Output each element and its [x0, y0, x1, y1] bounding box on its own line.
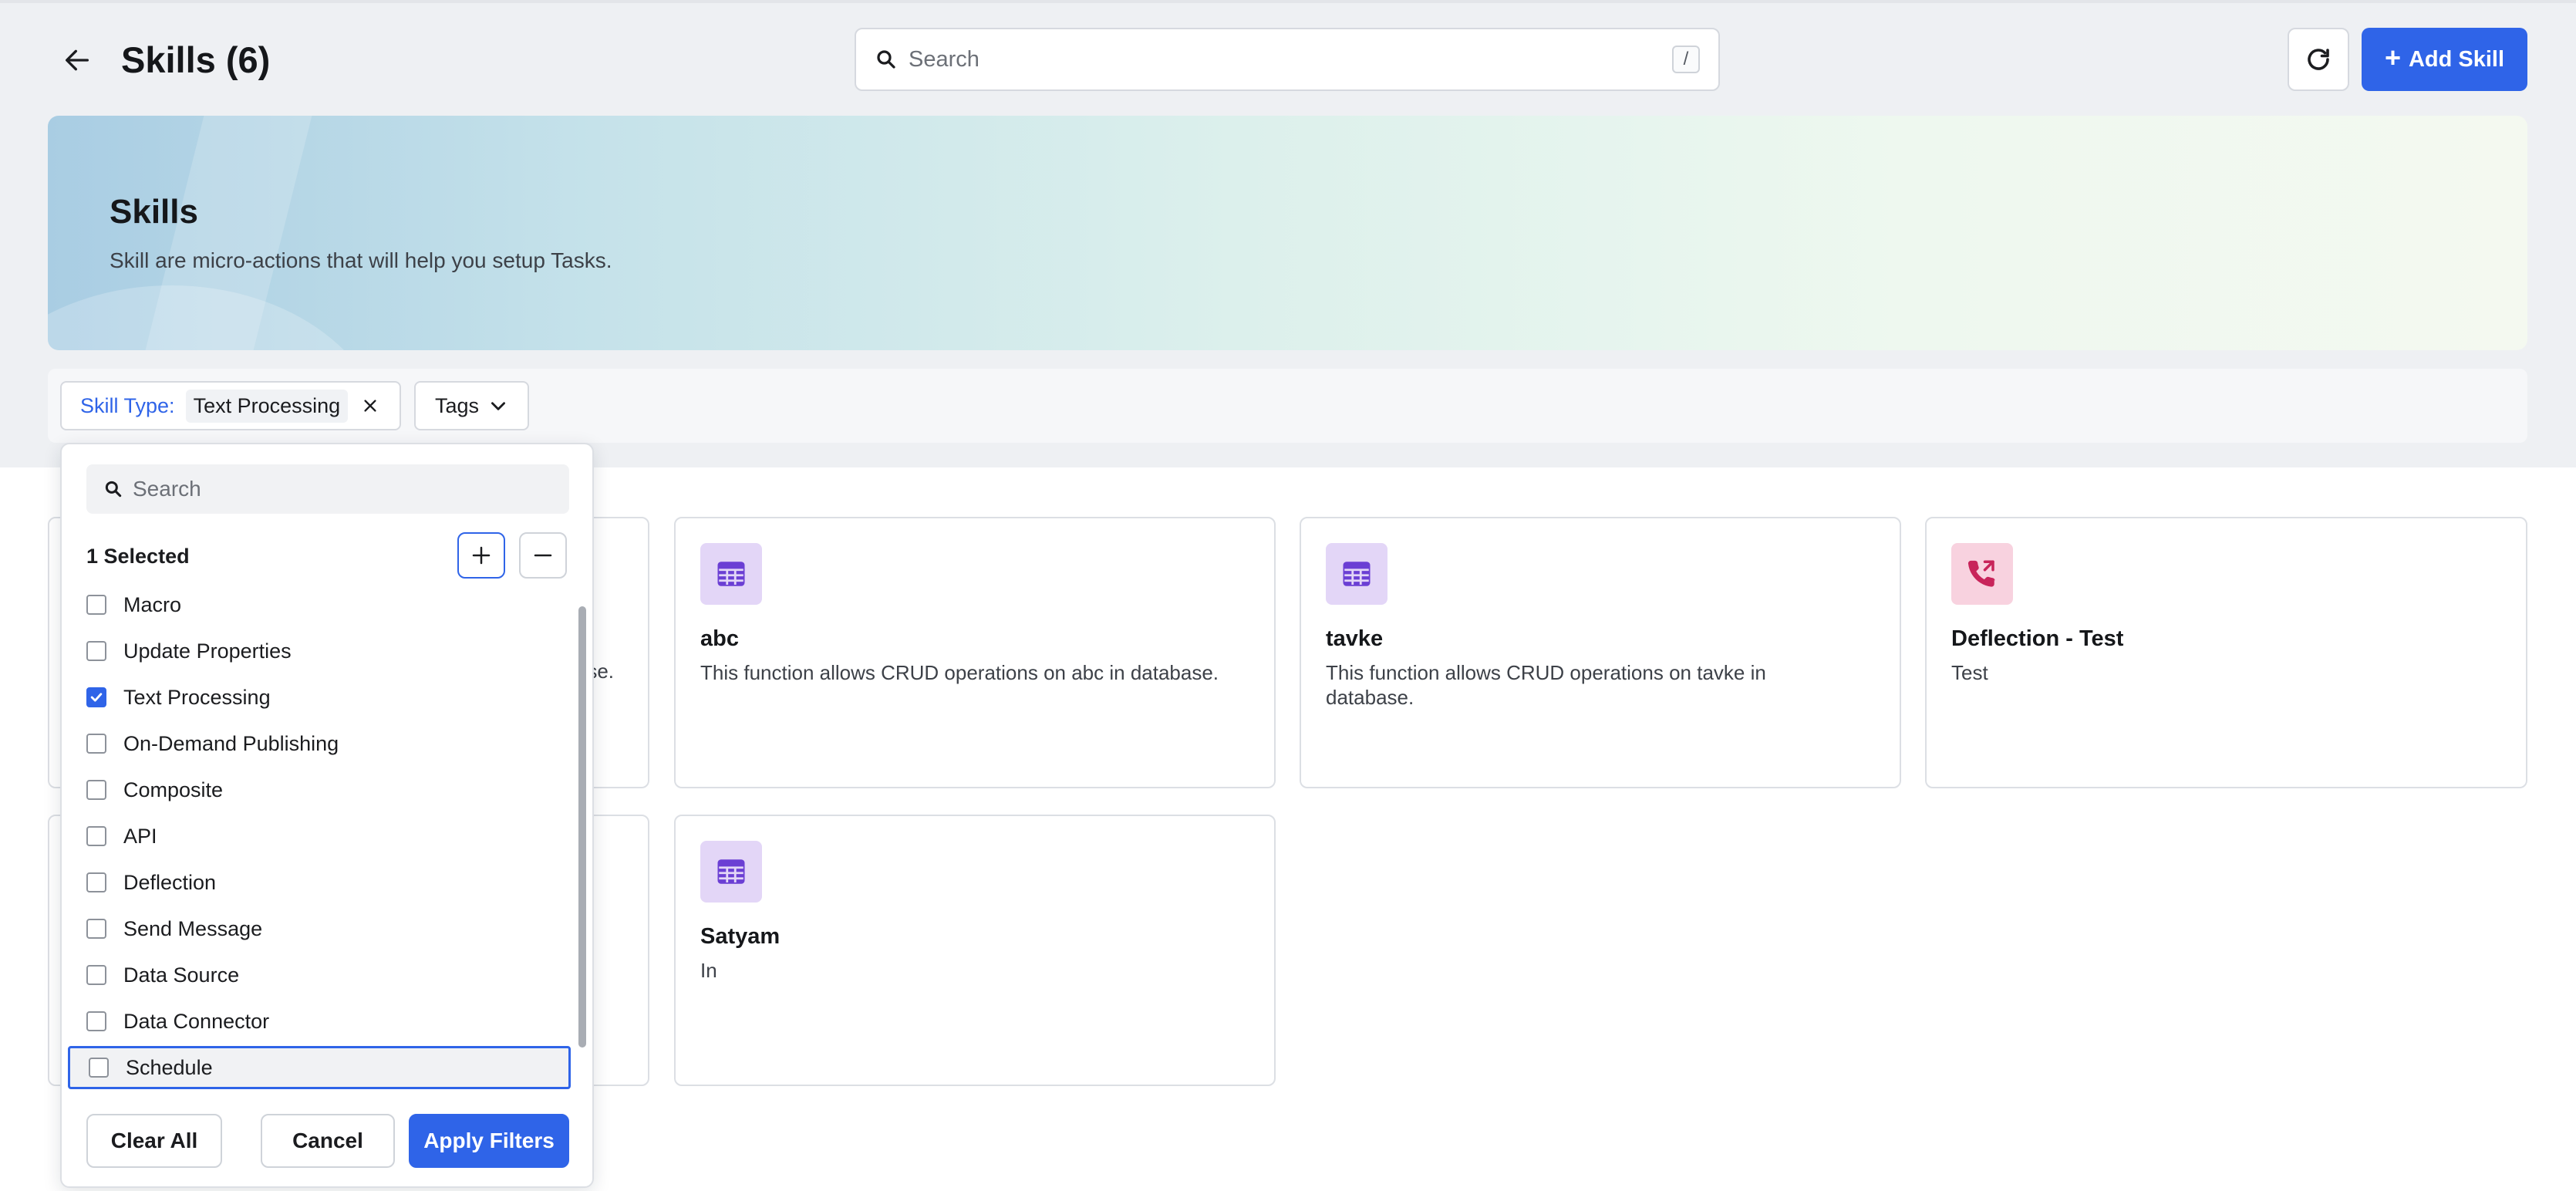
minus-icon	[534, 554, 552, 557]
option-label: Update Properties	[123, 639, 292, 663]
cancel-button[interactable]: Cancel	[261, 1114, 395, 1168]
skill-card-description: This function allows CRUD operations on …	[700, 661, 1219, 684]
option-item[interactable]: Macro	[68, 583, 571, 626]
option-label: Macro	[123, 592, 182, 616]
plus-icon	[472, 546, 491, 565]
tags-filter-label: Tags	[434, 393, 480, 417]
option-label: On-Demand Publishing	[123, 731, 339, 755]
checkbox[interactable]	[86, 965, 106, 985]
checkbox[interactable]	[86, 734, 106, 754]
checkbox[interactable]	[86, 595, 106, 615]
option-label: Send Message	[123, 916, 263, 940]
skill-card-abc[interactable]: abc This function allows CRUD operations…	[674, 517, 1276, 788]
checkbox[interactable]	[86, 641, 106, 661]
option-item[interactable]: Send Message	[68, 907, 571, 950]
skill-type-filter-chip[interactable]: Skill Type: Text Processing	[60, 381, 401, 430]
search-icon	[877, 50, 895, 69]
option-label: Schedule	[126, 1055, 213, 1079]
skill-card-title: Deflection - Test	[1951, 626, 2124, 651]
remove-filter-button[interactable]	[359, 394, 382, 417]
checkbox[interactable]	[86, 826, 106, 846]
checkbox[interactable]	[86, 1011, 106, 1031]
option-item[interactable]: Schedule	[68, 1046, 571, 1089]
close-icon	[364, 400, 376, 412]
skill-card-description: Test	[1951, 661, 1988, 684]
checkbox[interactable]	[86, 919, 106, 939]
option-label: Composite	[123, 778, 224, 801]
option-item[interactable]: API	[68, 815, 571, 858]
search-icon	[105, 481, 122, 498]
option-item[interactable]: Composite	[68, 768, 571, 811]
skill-card-description: In	[700, 959, 717, 982]
refresh-icon	[2308, 49, 2329, 70]
option-label: Data Connector	[123, 1009, 270, 1033]
clear-all-button[interactable]: Clear All	[86, 1114, 222, 1168]
plus-icon: +	[2384, 42, 2401, 73]
banner-subtitle: Skill are micro-actions that will help y…	[110, 248, 612, 272]
search-shortcut-key: /	[1672, 46, 1700, 73]
skill-card-satyam[interactable]: Satyam In	[674, 815, 1276, 1086]
add-skill-label: Add Skill	[2408, 46, 2505, 72]
apply-filters-button[interactable]: Apply Filters	[409, 1114, 569, 1168]
dropdown-search-input[interactable]: Search	[86, 464, 569, 514]
checkbox[interactable]	[86, 780, 106, 800]
skill-type-filter-label: Skill Type:	[80, 393, 175, 417]
option-label: API	[123, 824, 157, 848]
tags-filter-dropdown[interactable]: Tags	[414, 381, 529, 430]
banner-title: Skills	[110, 193, 198, 231]
skill-type-filter-dropdown: Search 1 Selected Macro Update Properties…	[60, 443, 594, 1188]
skill-card-deflection-test[interactable]: Deflection - Test Test	[1925, 517, 2527, 788]
page-title: Skills (6)	[121, 39, 271, 80]
back-button[interactable]	[57, 40, 97, 80]
phone-transfer-icon	[1951, 543, 2013, 605]
option-item[interactable]: Data Connector	[68, 1000, 571, 1043]
skill-type-filter-value: Text Processing	[185, 389, 349, 423]
dropdown-scrollbar[interactable]	[578, 606, 586, 1048]
table-grid-icon	[1326, 543, 1387, 605]
arrow-left-icon	[66, 49, 89, 71]
checkbox[interactable]	[86, 872, 106, 892]
table-grid-icon	[700, 841, 762, 903]
option-label: Deflection	[123, 870, 217, 894]
skills-banner: Skills Skill are micro-actions that will…	[48, 116, 2527, 350]
option-label: Data Source	[123, 963, 240, 987]
skill-card-title: tavke	[1326, 626, 1384, 651]
refresh-button[interactable]	[2288, 28, 2349, 91]
option-item[interactable]: Deflection	[68, 861, 571, 904]
skill-card-tavke[interactable]: tavke This function allows CRUD operatio…	[1300, 517, 1901, 788]
option-item[interactable]: Update Properties	[68, 629, 571, 673]
option-item[interactable]: On-Demand Publishing	[68, 722, 571, 765]
deselect-all-button[interactable]	[519, 532, 567, 579]
banner-decoration-circle	[48, 285, 387, 350]
dropdown-search-placeholder: Search	[133, 477, 201, 501]
checkbox[interactable]	[89, 1058, 109, 1078]
option-item[interactable]: Data Source	[68, 953, 571, 997]
selected-count: 1 Selected	[86, 545, 190, 568]
option-label: Text Processing	[123, 685, 271, 709]
skill-card-title: Satyam	[700, 924, 781, 949]
table-grid-icon	[700, 543, 762, 605]
checkbox-checked[interactable]	[86, 687, 106, 707]
skill-card-description: This function allows CRUD operations on …	[1326, 661, 1766, 709]
add-skill-button[interactable]: + Add Skill	[2362, 28, 2527, 91]
chevron-down-icon	[491, 402, 506, 410]
global-search-input[interactable]: Search /	[855, 28, 1720, 91]
skill-card-title: abc	[700, 626, 739, 651]
search-placeholder: Search	[909, 46, 979, 72]
select-all-button[interactable]	[457, 532, 505, 579]
option-item[interactable]: Text Processing	[68, 676, 571, 719]
check-icon	[90, 693, 103, 702]
